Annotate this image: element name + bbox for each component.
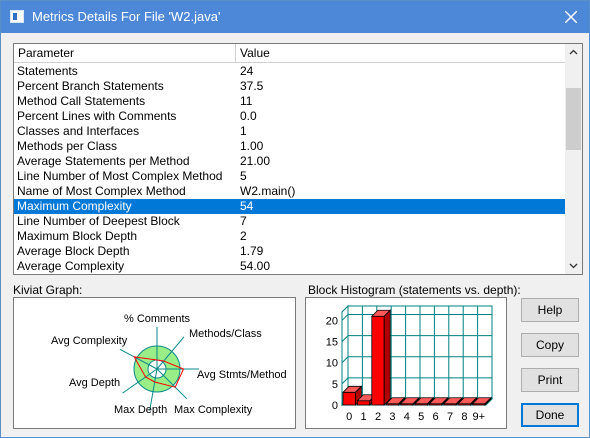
parameter-cell: Line Number of Deepest Block [17, 214, 180, 228]
table-row[interactable]: Name of Most Complex Method W2.main() [14, 184, 566, 199]
parameter-cell: Line Number of Most Complex Method [17, 169, 223, 183]
block-histogram: 0 5 10 15 20 0 1 2 3 4 5 6 7 8 9+ [305, 297, 507, 429]
parameter-cell: Average Complexity [17, 259, 125, 273]
bar-front [357, 400, 371, 406]
value-cell: 2 [240, 229, 247, 243]
value-cell: 1.79 [240, 244, 264, 258]
kiviat-axis-label: Avg Complexity [51, 335, 128, 347]
app-icon [10, 10, 24, 23]
y-tick-label: 20 [326, 315, 338, 327]
table-row[interactable]: Line Number of Most Complex Method 5 [14, 169, 566, 184]
x-tick-label: 4 [404, 411, 410, 423]
table-row[interactable]: Average Complexity 54.00 [14, 259, 566, 274]
table-row[interactable]: Method Call Statements 11 [14, 94, 566, 109]
value-cell: 54 [240, 199, 254, 213]
kiviat-graph: % Comments Methods/Class Avg Stmts/Method M… [13, 297, 296, 429]
chevron-up-icon [569, 49, 578, 55]
table-row[interactable]: Methods per Class 1.00 [14, 139, 566, 154]
value-cell: W2.main() [240, 184, 296, 198]
table-body: Statements 24 Percent Branch Statements 37.… [14, 64, 566, 274]
vertical-scrollbar[interactable] [565, 44, 582, 274]
scroll-down-button[interactable] [565, 257, 582, 274]
table-row[interactable]: Statements 24 [14, 64, 566, 79]
parameter-cell: Average Block Depth [17, 244, 130, 258]
parameter-cell: Maximum Block Depth [17, 229, 138, 243]
scroll-up-button[interactable] [565, 44, 582, 61]
table-row[interactable]: Maximum Block Depth 2 [14, 229, 566, 244]
metrics-dialog: Metrics Details For File 'W2.java' Param… [0, 0, 590, 438]
x-tick-label: 7 [447, 411, 453, 423]
table-row[interactable]: Average Block Depth 1.79 [14, 244, 566, 259]
close-icon [565, 11, 577, 23]
y-tick-label: 15 [326, 337, 338, 349]
value-cell: 7 [240, 214, 247, 228]
x-tick-label: 0 [346, 411, 352, 423]
done-button[interactable]: Done [521, 403, 579, 427]
x-tick-label: 8 [461, 411, 467, 423]
copy-button[interactable]: Copy [521, 333, 579, 357]
value-cell: 0.0 [240, 109, 257, 123]
table-row[interactable]: Percent Branch Statements 37.5 [14, 79, 566, 94]
parameter-cell: Average Statements per Method [17, 154, 190, 168]
x-tick-label: 2 [375, 411, 381, 423]
bar-front [342, 391, 356, 406]
value-cell: 1 [240, 124, 247, 138]
print-button[interactable]: Print [521, 368, 579, 392]
x-tick-label: 3 [389, 411, 395, 423]
y-tick-label: 5 [332, 379, 338, 391]
x-tick-label: 6 [433, 411, 439, 423]
x-tick-label: 9+ [473, 411, 486, 423]
histogram-label: Block Histogram (statements vs. depth): [308, 283, 521, 297]
kiviat-axis-label: Avg Stmts/Method [197, 369, 287, 381]
kiviat-axis-label: Methods/Class [189, 328, 262, 340]
value-cell: 54.00 [240, 259, 271, 273]
kiviat-axis-label: % Comments [124, 313, 191, 325]
scroll-thumb[interactable] [566, 88, 581, 150]
value-cell: 11 [240, 94, 253, 108]
kiviat-chart: % Comments Methods/Class Avg Stmts/Method M… [51, 313, 287, 416]
table-row[interactable]: Maximum Complexity 54 [14, 199, 566, 214]
table-row[interactable]: Average Statements per Method 21.00 [14, 154, 566, 169]
kiviat-label: Kiviat Graph: [13, 283, 83, 297]
column-header-value[interactable]: Value [236, 44, 566, 63]
y-tick-label: 0 [332, 400, 338, 412]
table-row[interactable]: Line Number of Deepest Block 7 [14, 214, 566, 229]
parameter-cell: Methods per Class [17, 139, 118, 153]
kiviat-axis-label: Avg Depth [69, 377, 120, 389]
window-title: Metrics Details For File 'W2.java' [32, 9, 221, 24]
bar-front [371, 315, 385, 406]
bar-side [383, 309, 391, 406]
histogram-chart: 051015200 1 2 3 4 5 6 7 8 9+ [326, 304, 494, 423]
metrics-table[interactable]: Parameter Value Statements 24 Percent Bran… [13, 43, 583, 275]
parameter-cell: Statements [17, 64, 78, 78]
column-header-parameter[interactable]: Parameter [14, 44, 236, 63]
parameter-cell: Percent Lines with Comments [17, 109, 177, 123]
value-cell: 21.00 [240, 154, 271, 168]
y-tick-label: 10 [326, 358, 338, 370]
help-button[interactable]: Help [521, 298, 579, 322]
table-row[interactable]: Classes and Interfaces 1 [14, 124, 566, 139]
parameter-cell: Classes and Interfaces [17, 124, 140, 138]
histogram-bar [370, 309, 392, 406]
value-cell: 1.00 [240, 139, 264, 153]
value-cell: 5 [240, 169, 247, 183]
parameter-cell: Method Call Statements [17, 94, 146, 108]
close-button[interactable] [553, 1, 589, 33]
parameter-cell: Name of Most Complex Method [17, 184, 186, 198]
kiviat-axis-label: Max Complexity [174, 404, 253, 416]
value-cell: 37.5 [240, 79, 264, 93]
kiviat-axis-label: Max Depth [114, 404, 167, 416]
value-cell: 24 [240, 64, 254, 78]
x-tick-label: 1 [361, 411, 367, 423]
table-row[interactable]: Percent Lines with Comments 0.0 [14, 109, 566, 124]
chevron-down-icon [569, 263, 578, 269]
title-bar[interactable]: Metrics Details For File 'W2.java' [1, 1, 589, 33]
parameter-cell: Maximum Complexity [17, 199, 132, 213]
parameter-cell: Percent Branch Statements [17, 79, 164, 93]
x-tick-label: 5 [418, 411, 424, 423]
table-header: Parameter Value [14, 44, 566, 63]
